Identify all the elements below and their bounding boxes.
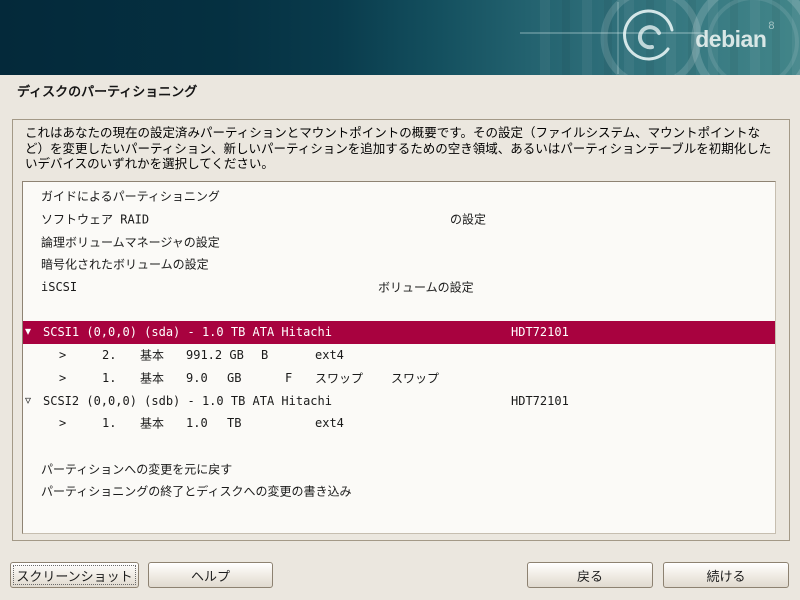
row-disk-sda[interactable]: ▼ SCSI1 (0,0,0) (sda) - 1.0 TB ATA Hitach… — [23, 321, 775, 344]
partition-list[interactable]: ガイドによるパーティショニングソフトウェア RAID の設定論理ボリュームマネージ… — [22, 181, 776, 534]
debian-banner: debian8 — [0, 0, 800, 75]
screenshot-button[interactable]: スクリーンショット — [10, 562, 139, 588]
list-cell: iSCSI — [41, 280, 77, 294]
list-cell: ext4 — [315, 416, 344, 430]
list-cell: ガイドによるパーティショニング — [41, 188, 220, 205]
list-cell: SCSI2 (0,0,0) (sdb) - 1.0 TB ATA Hitachi — [43, 394, 332, 408]
row-partition-sdb1[interactable]: >1. 基本 1.0 TB ext4 — [23, 412, 775, 435]
page-title: ディスクのパーティショニング — [17, 81, 197, 100]
debian-wordmark: debian — [695, 26, 766, 52]
list-cell: TB — [227, 416, 241, 430]
list-cell: 基本 — [140, 369, 164, 386]
list-cell: スワップ — [391, 369, 439, 386]
list-cell: スワップ — [315, 369, 363, 386]
row-finish-partitioning[interactable]: パーティショニングの終了とディスクへの変更の書き込み — [23, 480, 775, 503]
list-cell: ソフトウェア RAID — [41, 211, 149, 228]
list-cell: 暗号化されたボリュームの設定 — [41, 256, 209, 273]
list-cell: 991.2 GB — [186, 348, 244, 362]
debian-logo: debian8 — [695, 21, 774, 51]
list-cell: HDT72101 — [511, 325, 569, 339]
expander-open-icon[interactable]: ▼ — [25, 327, 31, 338]
list-cell: 基本 — [140, 347, 164, 364]
row-configure-encrypted-volumes[interactable]: 暗号化されたボリュームの設定 — [23, 253, 775, 276]
list-cell: 論理ボリュームマネージャの設定 — [41, 233, 220, 250]
list-cell: 1. — [102, 371, 116, 385]
continue-button[interactable]: 続ける — [663, 562, 789, 588]
list-cell: > — [59, 416, 66, 430]
row-partition-sda1[interactable]: >1. 基本 9.0 GB F スワップ スワップ — [23, 367, 775, 390]
expander-icon[interactable]: ▽ — [25, 395, 31, 406]
list-cell: 1.0 — [186, 416, 208, 430]
list-cell: 基本 — [140, 415, 164, 432]
list-cell: GB — [227, 371, 241, 385]
list-cell: ボリュームの設定 — [378, 279, 474, 296]
row-configure-lvm[interactable]: 論理ボリュームマネージャの設定 — [23, 230, 775, 253]
debian-swirl-icon — [0, 0, 800, 75]
row-undo-changes[interactable]: パーティションへの変更を元に戻す — [23, 457, 775, 480]
row-guided-partitioning[interactable]: ガイドによるパーティショニング — [23, 185, 775, 208]
partition-list-rows: ガイドによるパーティショニングソフトウェア RAID の設定論理ボリュームマネージ… — [23, 185, 775, 503]
list-cell: > — [59, 371, 66, 385]
list-cell: パーティショニングの終了とディスクへの変更の書き込み — [41, 483, 351, 500]
list-cell: ext4 — [315, 348, 344, 362]
list-cell: > — [59, 348, 66, 362]
row-configure-software-raid[interactable]: ソフトウェア RAID の設定 — [23, 208, 775, 231]
list-cell: B — [261, 348, 268, 362]
help-button[interactable]: ヘルプ — [148, 562, 273, 588]
list-cell: SCSI1 (0,0,0) (sda) - 1.0 TB ATA Hitachi — [43, 325, 332, 339]
debian-version: 8 — [768, 20, 774, 32]
list-cell: パーティションへの変更を元に戻す — [41, 460, 232, 477]
list-cell: 9.0 — [186, 371, 208, 385]
list-cell: F — [285, 371, 292, 385]
row-blank — [23, 298, 775, 321]
list-cell: HDT72101 — [511, 394, 569, 408]
description-text: これはあなたの現在の設定済みパーティションとマウントポイントの概要です。その設定… — [25, 126, 773, 173]
row-disk-sdb[interactable]: ▽ SCSI2 (0,0,0) (sdb) - 1.0 TB ATA Hitach… — [23, 389, 775, 412]
row-configure-iscsi[interactable]: iSCSI ボリュームの設定 — [23, 276, 775, 299]
list-cell: の設定 — [450, 211, 486, 228]
row-blank — [23, 435, 775, 458]
list-cell: 2. — [102, 348, 116, 362]
content-frame: これはあなたの現在の設定済みパーティションとマウントポイントの概要です。その設定… — [12, 119, 790, 541]
back-button[interactable]: 戻る — [527, 562, 653, 588]
row-partition-sda2[interactable]: >2. 基本 991.2 GB Bext4 — [23, 344, 775, 367]
list-cell: 1. — [102, 416, 116, 430]
